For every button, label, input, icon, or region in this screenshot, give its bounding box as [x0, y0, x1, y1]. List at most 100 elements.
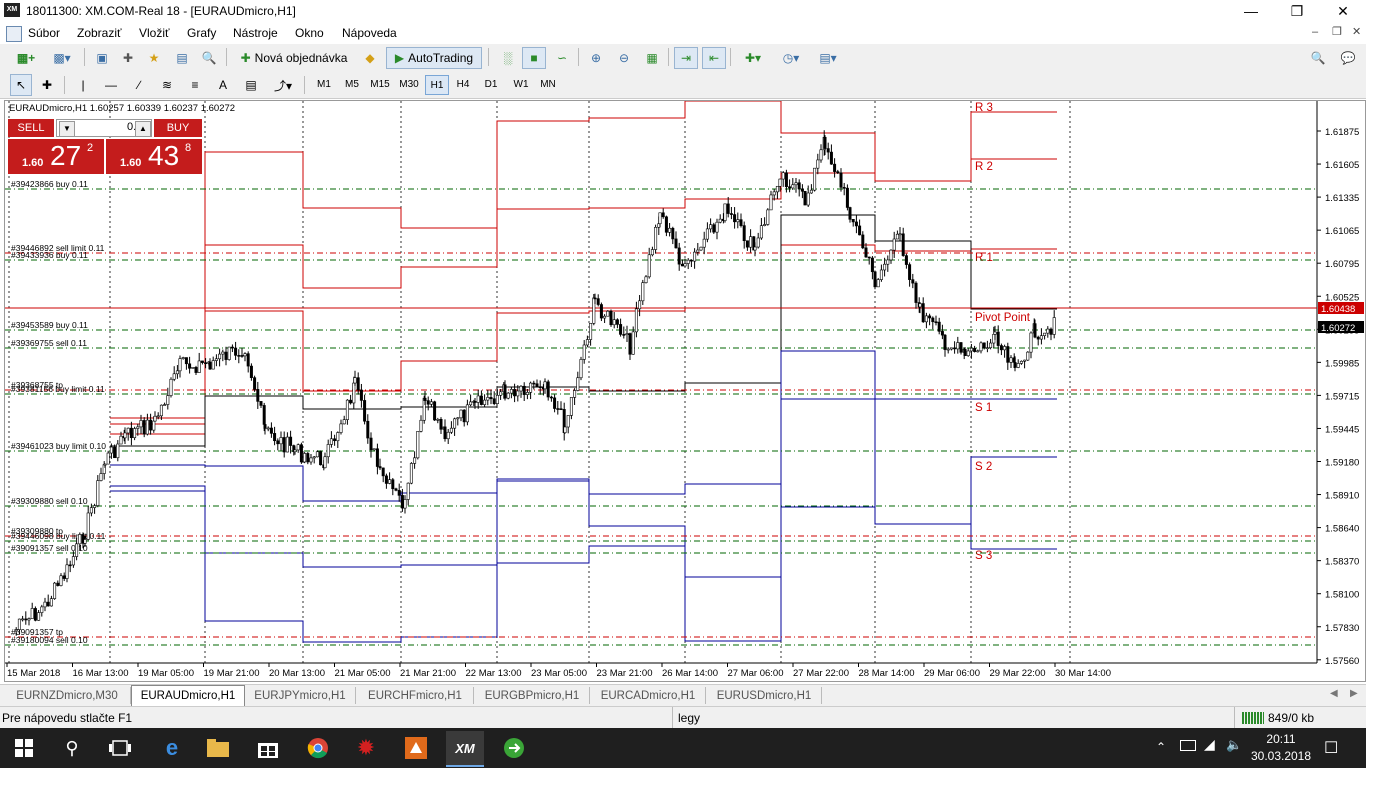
line-chart-icon[interactable]: ∽	[550, 47, 574, 69]
restore-icon[interactable]: ❐	[1274, 0, 1320, 22]
templates-icon[interactable]: ▤▾	[810, 47, 846, 69]
strategy-tester-icon[interactable]: 🔍	[197, 47, 221, 69]
store-icon[interactable]	[254, 734, 282, 762]
menu-tools[interactable]: Nástroje	[233, 26, 278, 40]
chat-icon[interactable]: 💬	[1334, 47, 1362, 69]
network-icon[interactable]: ◢	[1204, 736, 1215, 753]
chart-canvas[interactable]: 1.61875 1.61605 1.61335 1.61065 1.60795 1.605…	[5, 101, 1366, 682]
clock-date[interactable]: 30.03.2018	[1246, 749, 1316, 763]
timeframe-h4[interactable]: H4	[452, 75, 474, 93]
volume-field[interactable]: ▼ 0.11 ▲	[56, 119, 152, 137]
price-chart[interactable]: 1.61875 1.61605 1.61335 1.61065 1.60795 1.605…	[4, 100, 1366, 682]
zoom-out-icon[interactable]: ⊖	[612, 47, 636, 69]
menu-insert[interactable]: Vložiť	[139, 26, 170, 40]
vertical-line-icon[interactable]: |	[72, 74, 94, 96]
tray-chevron-icon[interactable]: ⌃	[1156, 740, 1166, 754]
candlestick-icon[interactable]: ■	[522, 47, 546, 69]
indicators-icon[interactable]: ✚▾	[736, 47, 770, 69]
sell-button[interactable]: SELL	[8, 119, 54, 137]
tab-eurchf[interactable]: EURCHFmicro,H1	[357, 687, 474, 704]
child-restore-icon[interactable]: ❐	[1332, 25, 1342, 38]
timeframe-m30[interactable]: M30	[396, 75, 422, 93]
close-icon[interactable]: ✕	[1320, 0, 1366, 22]
candle-body	[901, 233, 905, 256]
autotrading-button[interactable]: ▶ AutoTrading	[386, 47, 482, 69]
candle-body	[671, 227, 675, 240]
timeframe-m15[interactable]: M15	[366, 75, 394, 93]
order-label: #39423866 buy 0.11	[11, 179, 88, 189]
autoscroll-icon[interactable]: ⇥	[674, 47, 698, 69]
navigator-icon[interactable]: ★	[142, 47, 166, 69]
menu-view[interactable]: Zobraziť	[77, 26, 122, 40]
tab-eurusd[interactable]: EURUSDmicro,H1	[707, 687, 822, 704]
menu-window[interactable]: Okno	[295, 26, 324, 40]
bar-chart-icon[interactable]: ░	[496, 47, 520, 69]
timeframe-m1[interactable]: M1	[312, 75, 336, 93]
tile-windows-icon[interactable]: ▦	[640, 47, 664, 69]
battery-icon[interactable]	[1180, 740, 1196, 751]
metaeditor-icon[interactable]: ◆	[358, 47, 382, 69]
new-chart-icon[interactable]: ▦+	[8, 47, 44, 69]
periods-icon[interactable]: ◷▾	[774, 47, 808, 69]
text-label-icon[interactable]: ▤	[240, 74, 262, 96]
chart-window-icon[interactable]	[6, 26, 22, 42]
child-close-icon[interactable]: ✕	[1352, 25, 1361, 38]
buy-button[interactable]: BUY	[154, 119, 202, 137]
tab-eurgbp[interactable]: EURGBPmicro,H1	[475, 687, 590, 704]
horizontal-line-icon[interactable]: —	[100, 74, 122, 96]
new-order-button[interactable]: ✚ Nová objednávka	[234, 47, 354, 69]
tab-eurnzd[interactable]: EURNZDmicro,M30	[4, 687, 131, 704]
arrows-icon[interactable]: ⤴▾	[268, 74, 298, 96]
xm-app-icon[interactable]: XM	[446, 731, 484, 767]
order-label: #39446098 buy limit 0.11	[11, 531, 106, 541]
green-app-icon[interactable]	[500, 734, 528, 762]
tabs-scroll-right-icon[interactable]: ▶	[1350, 688, 1358, 699]
menu-help[interactable]: Nápoveda	[342, 26, 397, 40]
fibonacci-icon[interactable]: ≡	[184, 74, 206, 96]
task-view-icon[interactable]	[106, 734, 134, 762]
data-window-icon[interactable]: ✚	[116, 47, 140, 69]
cursor-icon[interactable]: ↖	[10, 74, 32, 96]
timeframe-d1[interactable]: D1	[480, 75, 502, 93]
menu-charts[interactable]: Grafy	[187, 26, 216, 40]
volume-up-icon[interactable]: ▲	[135, 121, 151, 137]
text-icon[interactable]: A	[212, 74, 234, 96]
terminal-icon[interactable]: ▤	[170, 47, 194, 69]
chrome-icon[interactable]	[304, 734, 332, 762]
time-tick-label: 20 Mar 13:00	[269, 668, 325, 679]
tab-eurcad[interactable]: EURCADmicro,H1	[591, 687, 706, 704]
candle-body	[211, 360, 215, 370]
tab-eurjpy[interactable]: EURJPYmicro,H1	[245, 687, 356, 704]
candle-body	[133, 428, 137, 439]
equidistant-channel-icon[interactable]: ≋	[156, 74, 178, 96]
child-minimize-icon[interactable]: –	[1312, 26, 1318, 38]
volume-down-icon[interactable]: ▼	[59, 121, 75, 137]
red-app-icon[interactable]: ✹	[352, 734, 380, 762]
zoom-in-icon[interactable]: ⊕	[584, 47, 608, 69]
tabs-scroll-left-icon[interactable]: ◀	[1330, 688, 1338, 699]
timeframe-mn[interactable]: MN	[536, 75, 560, 93]
clock-time[interactable]: 20:11	[1252, 732, 1310, 746]
chart-shift-icon[interactable]: ⇤	[702, 47, 726, 69]
trendline-icon[interactable]: ∕	[128, 74, 150, 96]
timeframe-h1[interactable]: H1	[425, 75, 449, 95]
sell-price-box[interactable]: 1.60 27 2	[8, 139, 104, 174]
timeframe-m5[interactable]: M5	[340, 75, 364, 93]
crosshair-icon[interactable]: ✚	[36, 74, 58, 96]
tab-euraud[interactable]: EURAUDmicro,H1	[131, 685, 245, 706]
buy-price-box[interactable]: 1.60 43 8	[106, 139, 202, 174]
volume-muted-icon[interactable]: 🔈	[1226, 737, 1242, 753]
search-icon[interactable]: 🔍	[1306, 47, 1330, 69]
menu-file[interactable]: Súbor	[28, 26, 60, 40]
start-icon[interactable]	[10, 734, 38, 762]
search-icon[interactable]: ⚲	[58, 734, 86, 762]
profiles-icon[interactable]: ▩▾	[46, 47, 78, 69]
timeframe-w1[interactable]: W1	[509, 75, 533, 93]
candle-body	[194, 367, 198, 373]
orange-app-icon[interactable]	[402, 734, 430, 762]
market-watch-icon[interactable]: ▣	[90, 47, 114, 69]
file-explorer-icon[interactable]	[204, 734, 232, 762]
minimize-icon[interactable]: —	[1228, 0, 1274, 22]
edge-icon[interactable]: e	[158, 734, 186, 762]
notifications-icon[interactable]: ☐	[1324, 738, 1338, 758]
